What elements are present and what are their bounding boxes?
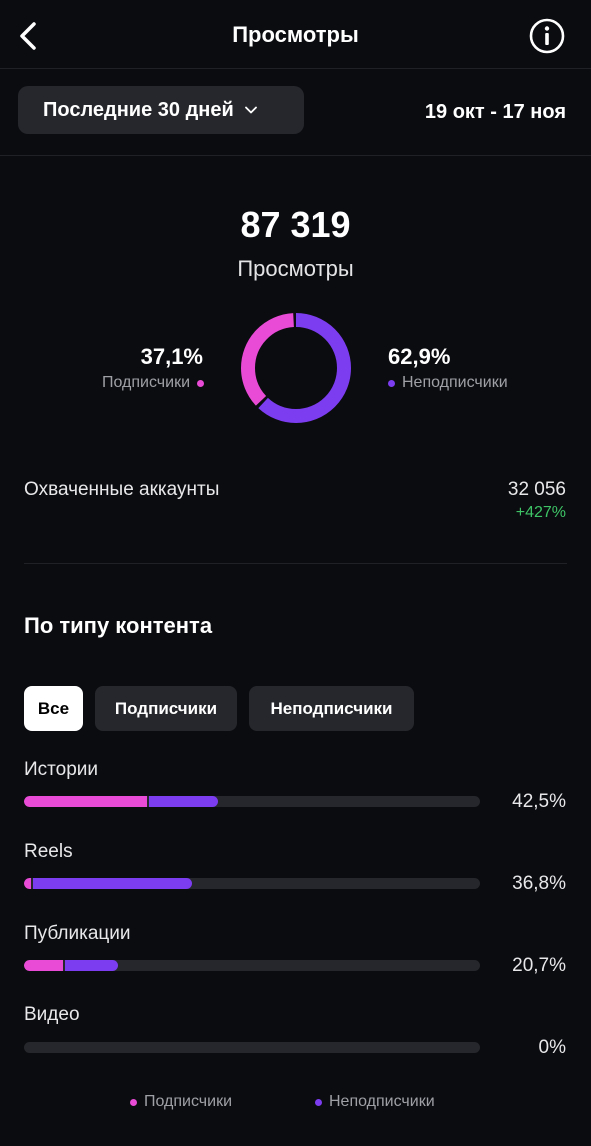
bar-nonfollowers-segment xyxy=(32,878,192,889)
nonfollowers-legend: Неподписчики xyxy=(388,374,508,392)
tab-all[interactable]: Все xyxy=(24,686,83,731)
info-button[interactable] xyxy=(528,17,566,55)
header-divider xyxy=(0,68,591,69)
content-row-value: 20,7% xyxy=(512,955,566,976)
content-row-value: 36,8% xyxy=(512,873,566,894)
legend-nonfollowers: Неподписчики xyxy=(315,1093,435,1111)
bar-nonfollowers-segment xyxy=(64,960,119,971)
reach-divider xyxy=(24,563,567,564)
legend-followers-label: Подписчики xyxy=(144,1093,233,1110)
filter-divider xyxy=(0,155,591,156)
content-row-label: Reels xyxy=(24,841,73,862)
tab-followers[interactable]: Подписчики xyxy=(95,686,237,731)
content-row-label: Истории xyxy=(24,759,99,780)
reach-label: Охваченные аккаунты xyxy=(24,479,220,500)
content-row-label: Видео xyxy=(24,1004,80,1025)
content-row-value: 0% xyxy=(538,1037,566,1058)
followers-label: Подписчики xyxy=(101,374,190,391)
page-title: Просмотры xyxy=(232,22,359,47)
info-icon xyxy=(529,18,565,54)
total-views-label: Просмотры xyxy=(237,256,354,281)
nonfollowers-dot xyxy=(388,379,395,387)
date-range-dropdown[interactable]: Последние 30 дней xyxy=(18,86,304,134)
reach-value: 32 056 xyxy=(507,479,566,500)
views-donut-chart xyxy=(241,313,351,423)
bar-nonfollowers-segment xyxy=(149,796,218,807)
content-type-title: По типу контента xyxy=(24,613,213,638)
nonfollowers-percent: 62,9% xyxy=(388,344,451,369)
bar-followers-segment xyxy=(24,796,148,807)
content-bar xyxy=(24,1042,480,1053)
total-views: 87 319 xyxy=(240,204,351,245)
nonfollowers-label: Неподписчики xyxy=(402,374,508,391)
content-bar xyxy=(24,960,480,971)
reach-change: +427% xyxy=(515,504,566,521)
legend-nonfollowers-dot xyxy=(315,1098,322,1106)
chevron-down-icon xyxy=(244,106,257,114)
content-row-value: 42,5% xyxy=(512,791,566,812)
content-row-label: Публикации xyxy=(24,923,131,944)
followers-dot xyxy=(197,379,204,387)
content-bar xyxy=(24,796,480,807)
bar-followers-segment xyxy=(24,878,31,889)
date-range-text: 19 окт - 17 ноя xyxy=(424,101,566,123)
followers-percent: 37,1% xyxy=(140,344,203,369)
legend-followers-dot xyxy=(130,1098,137,1106)
legend-nonfollowers-label: Неподписчики xyxy=(329,1093,435,1110)
date-range-label: Последние 30 дней xyxy=(43,98,234,121)
content-bar xyxy=(24,878,480,889)
tab-nonfollowers[interactable]: Неподписчики xyxy=(249,686,414,731)
legend-followers: Подписчики xyxy=(130,1093,232,1111)
followers-legend: Подписчики xyxy=(102,374,204,392)
bar-followers-segment xyxy=(24,960,63,971)
